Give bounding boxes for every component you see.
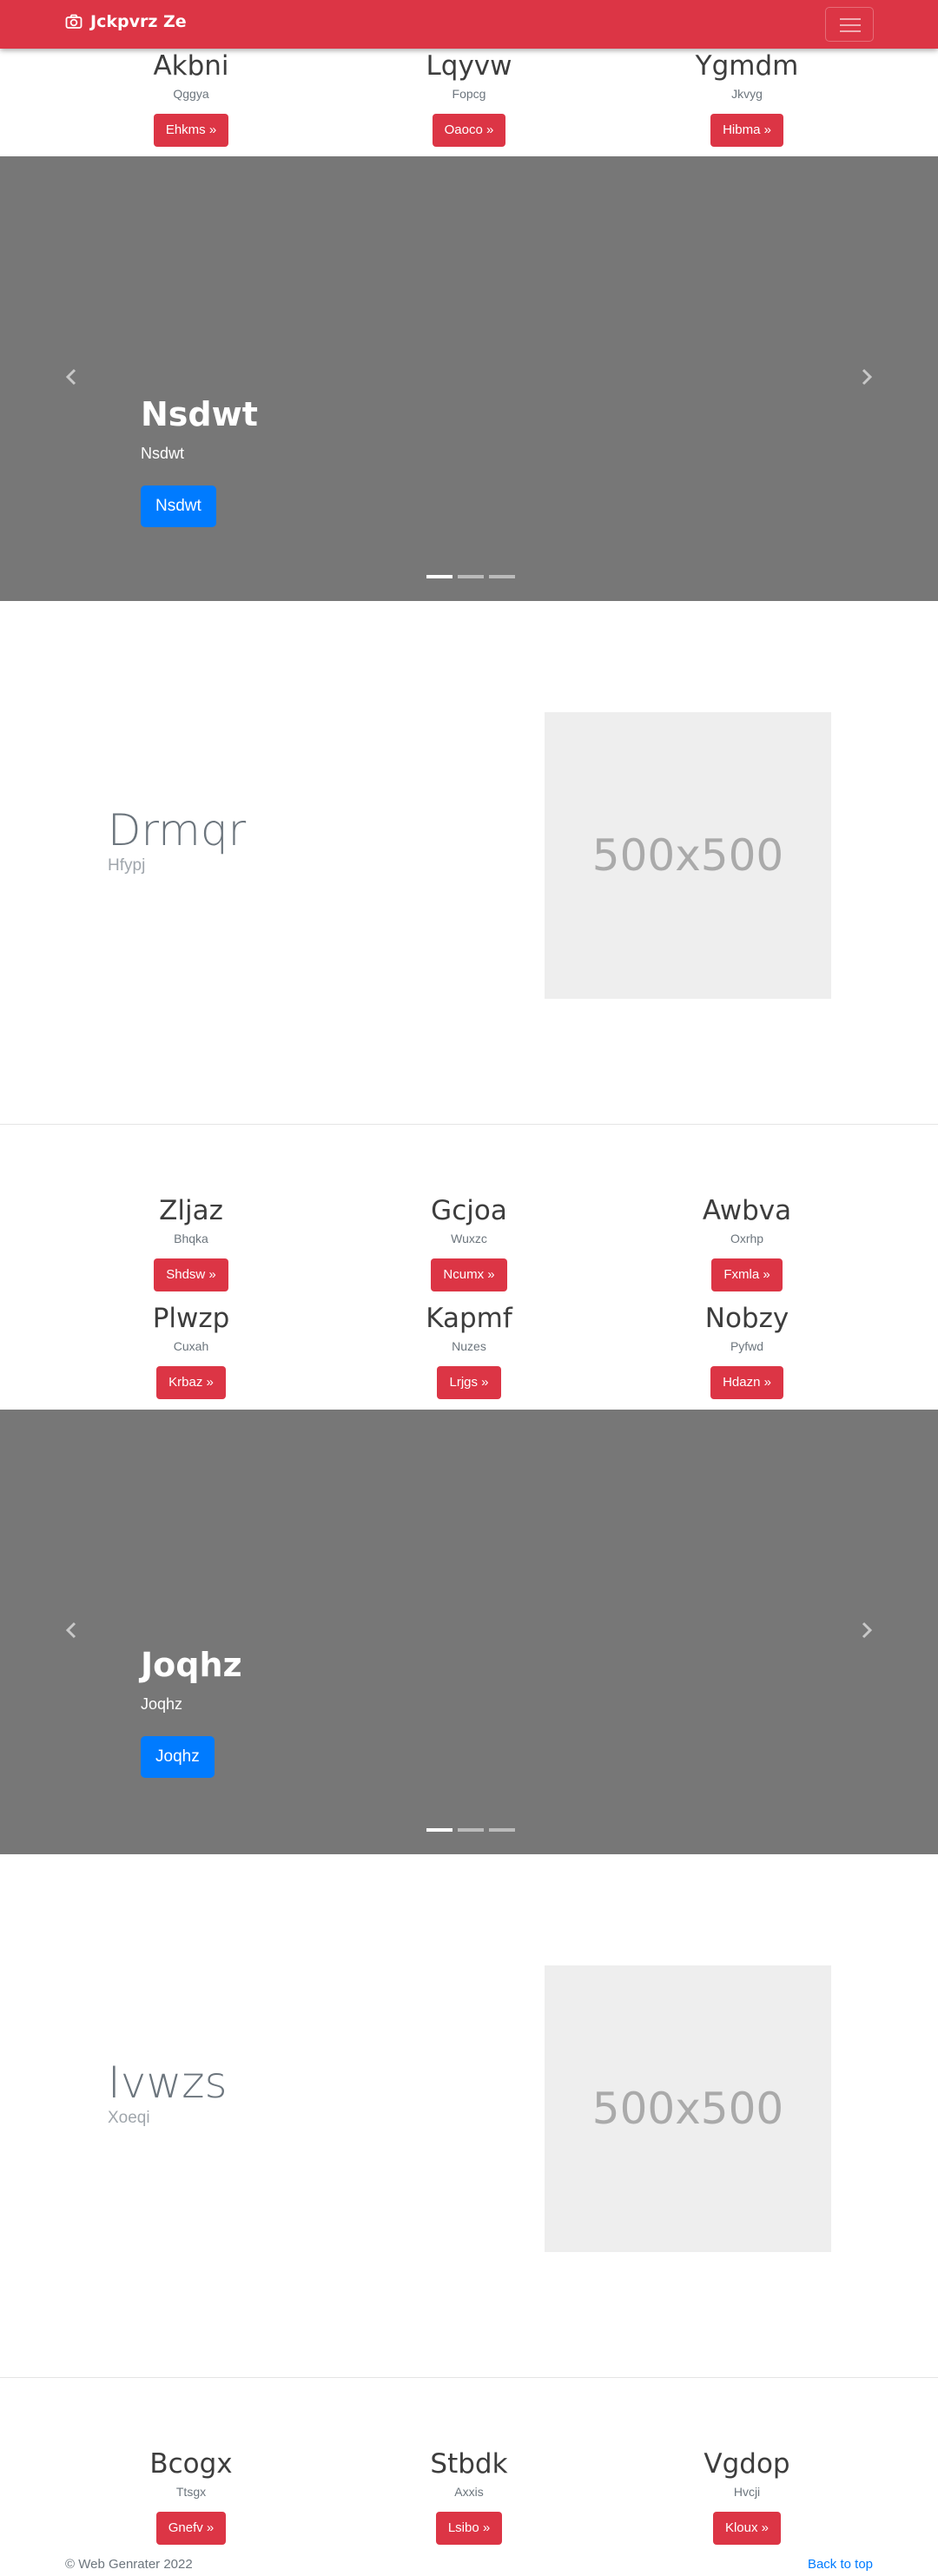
- feature-columns-2: Zljaz Bhqka Shdsw » Gcjoa Wuxzc Ncumx » …: [0, 1195, 938, 1303]
- carousel-caption: Joqhz Joqhz Joqhz: [141, 1646, 242, 1778]
- feature-columns-4: Bcogx Ttsgx Gnefv » Stbdk Axxis Lsibo » …: [0, 2448, 938, 2556]
- feature-column: Stbdk Axxis Lsibo »: [313, 2448, 625, 2545]
- feature-column: Gcjoa Wuxzc Ncumx »: [313, 1195, 625, 1291]
- featurette-lead: Xoeqi: [108, 2109, 150, 2127]
- feature-column: Lqyvw Fopcg Oaoco »: [313, 50, 625, 147]
- carousel-indicator[interactable]: [458, 575, 484, 578]
- column-title: Ygmdm: [695, 50, 799, 82]
- brand-link[interactable]: Jckpvrz Ze: [65, 12, 187, 31]
- column-title: Bcogx: [149, 2448, 233, 2480]
- column-subtitle: Oxrhp: [730, 1232, 764, 1245]
- hamburger-icon: [840, 18, 861, 20]
- featurette-text: Drmqr Hfypj: [108, 806, 246, 875]
- column-button[interactable]: Shdsw »: [154, 1258, 228, 1291]
- column-title: Lqyvw: [426, 50, 512, 82]
- carousel-caption: Nsdwt Nsdwt Nsdwt: [141, 395, 258, 527]
- column-title: Vgdop: [704, 2448, 790, 2480]
- carousel-indicator[interactable]: [489, 1828, 515, 1832]
- carousel-indicator[interactable]: [458, 1828, 484, 1832]
- column-button[interactable]: Krbaz »: [156, 1366, 226, 1399]
- featurette-heading: Drmqr: [108, 805, 247, 855]
- column-subtitle: Jkvyg: [731, 87, 763, 101]
- feature-column: Awbva Oxrhp Fxmla »: [591, 1195, 903, 1291]
- column-subtitle: Fopcg: [452, 87, 486, 101]
- featurette-2: Ivwzs Xoeqi 500x500: [0, 1854, 938, 2377]
- column-title: Awbva: [702, 1195, 792, 1226]
- column-subtitle: Nuzes: [452, 1339, 486, 1353]
- column-subtitle: Qggya: [173, 87, 209, 101]
- column-subtitle: Pyfwd: [730, 1339, 764, 1353]
- copyright-text: © Web Genrater 2022: [65, 2557, 193, 2572]
- feature-column: Plwzp Cuxah Krbaz »: [35, 1303, 347, 1399]
- carousel-indicators: [424, 575, 518, 578]
- column-subtitle: Axxis: [454, 2485, 484, 2499]
- column-button[interactable]: Hdazn »: [710, 1366, 783, 1399]
- hero-carousel-1: Nsdwt Nsdwt Nsdwt: [0, 156, 938, 601]
- column-button[interactable]: Gnefv »: [155, 2512, 227, 2545]
- hero-carousel-2: Joqhz Joqhz Joqhz: [0, 1410, 938, 1854]
- section-divider: [0, 2377, 938, 2378]
- column-button[interactable]: Ncumx »: [431, 1258, 507, 1291]
- featurette-heading: Ivwzs: [108, 2057, 228, 2108]
- column-button[interactable]: Kloux »: [712, 2512, 782, 2545]
- feature-column: Bcogx Ttsgx Gnefv »: [35, 2448, 347, 2545]
- featurette-lead: Hfypj: [108, 856, 146, 875]
- section-divider: [0, 1124, 938, 1125]
- placeholder-label: 500x500: [591, 830, 784, 881]
- feature-column: Kapmf Nuzes Lrjgs »: [313, 1303, 625, 1399]
- column-button[interactable]: Fxmla »: [711, 1258, 783, 1291]
- placeholder-label: 500x500: [591, 2084, 784, 2134]
- feature-column: Vgdop Hvcji Kloux »: [591, 2448, 903, 2545]
- column-title: Akbni: [153, 50, 229, 82]
- carousel-title: Nsdwt: [141, 395, 258, 433]
- column-button[interactable]: Lrjgs »: [437, 1366, 501, 1399]
- column-button[interactable]: Oaoco »: [432, 114, 506, 147]
- carousel-indicator[interactable]: [489, 575, 515, 578]
- column-button[interactable]: Ehkms »: [153, 114, 229, 147]
- feature-column: Nobzy Pyfwd Hdazn »: [591, 1303, 903, 1399]
- column-title: Stbdk: [430, 2448, 508, 2480]
- carousel-title: Joqhz: [141, 1646, 242, 1684]
- carousel-indicator[interactable]: [426, 1828, 452, 1832]
- column-button[interactable]: Lsibo »: [435, 2512, 503, 2545]
- camera-icon: [65, 14, 83, 29]
- feature-column: Ygmdm Jkvyg Hibma »: [591, 50, 903, 147]
- chevron-left-icon[interactable]: [59, 1618, 83, 1642]
- feature-column: Zljaz Bhqka Shdsw »: [35, 1195, 347, 1291]
- column-subtitle: Bhqka: [174, 1232, 208, 1245]
- column-subtitle: Cuxah: [173, 1339, 209, 1353]
- footer: © Web Genrater 2022 Back to top: [0, 2553, 938, 2576]
- placeholder-image: 500x500: [545, 712, 831, 999]
- featurette-1: Drmqr Hfypj 500x500: [0, 601, 938, 1124]
- hamburger-icon-bar: [840, 30, 861, 32]
- carousel-subtitle: Nsdwt: [141, 445, 185, 462]
- chevron-right-icon[interactable]: [855, 1618, 879, 1642]
- chevron-right-icon[interactable]: [855, 365, 879, 389]
- navbar: Jckpvrz Ze: [0, 0, 938, 49]
- column-title: Plwzp: [152, 1303, 230, 1334]
- column-subtitle: Hvcji: [733, 2485, 761, 2499]
- column-title: Gcjoa: [431, 1195, 507, 1226]
- chevron-left-icon[interactable]: [59, 365, 83, 389]
- column-title: Zljaz: [159, 1195, 223, 1226]
- column-subtitle: Wuxzc: [451, 1232, 487, 1245]
- menu-toggle-button[interactable]: [825, 7, 874, 42]
- placeholder-image: 500x500: [545, 1965, 831, 2252]
- carousel-indicator[interactable]: [426, 575, 452, 578]
- featurette-text: Ivwzs Xoeqi: [108, 2058, 228, 2128]
- column-button[interactable]: Hibma »: [710, 114, 783, 147]
- hamburger-icon-bar: [840, 24, 861, 26]
- feature-columns-1: Akbni Qggya Ehkms » Lqyvw Fopcg Oaoco » …: [0, 50, 938, 158]
- back-to-top-link[interactable]: Back to top: [808, 2557, 873, 2572]
- carousel-subtitle: Joqhz: [141, 1695, 183, 1713]
- carousel-indicators: [424, 1828, 518, 1832]
- brand-name: Jckpvrz Ze: [90, 12, 187, 31]
- carousel-button[interactable]: Joqhz: [141, 1736, 215, 1778]
- column-title: Nobzy: [704, 1303, 789, 1334]
- feature-columns-3: Plwzp Cuxah Krbaz » Kapmf Nuzes Lrjgs » …: [0, 1303, 938, 1410]
- carousel-button[interactable]: Nsdwt: [141, 485, 216, 527]
- feature-column: Akbni Qggya Ehkms »: [35, 50, 347, 147]
- column-subtitle: Ttsgx: [175, 2485, 207, 2499]
- column-title: Kapmf: [426, 1303, 512, 1334]
